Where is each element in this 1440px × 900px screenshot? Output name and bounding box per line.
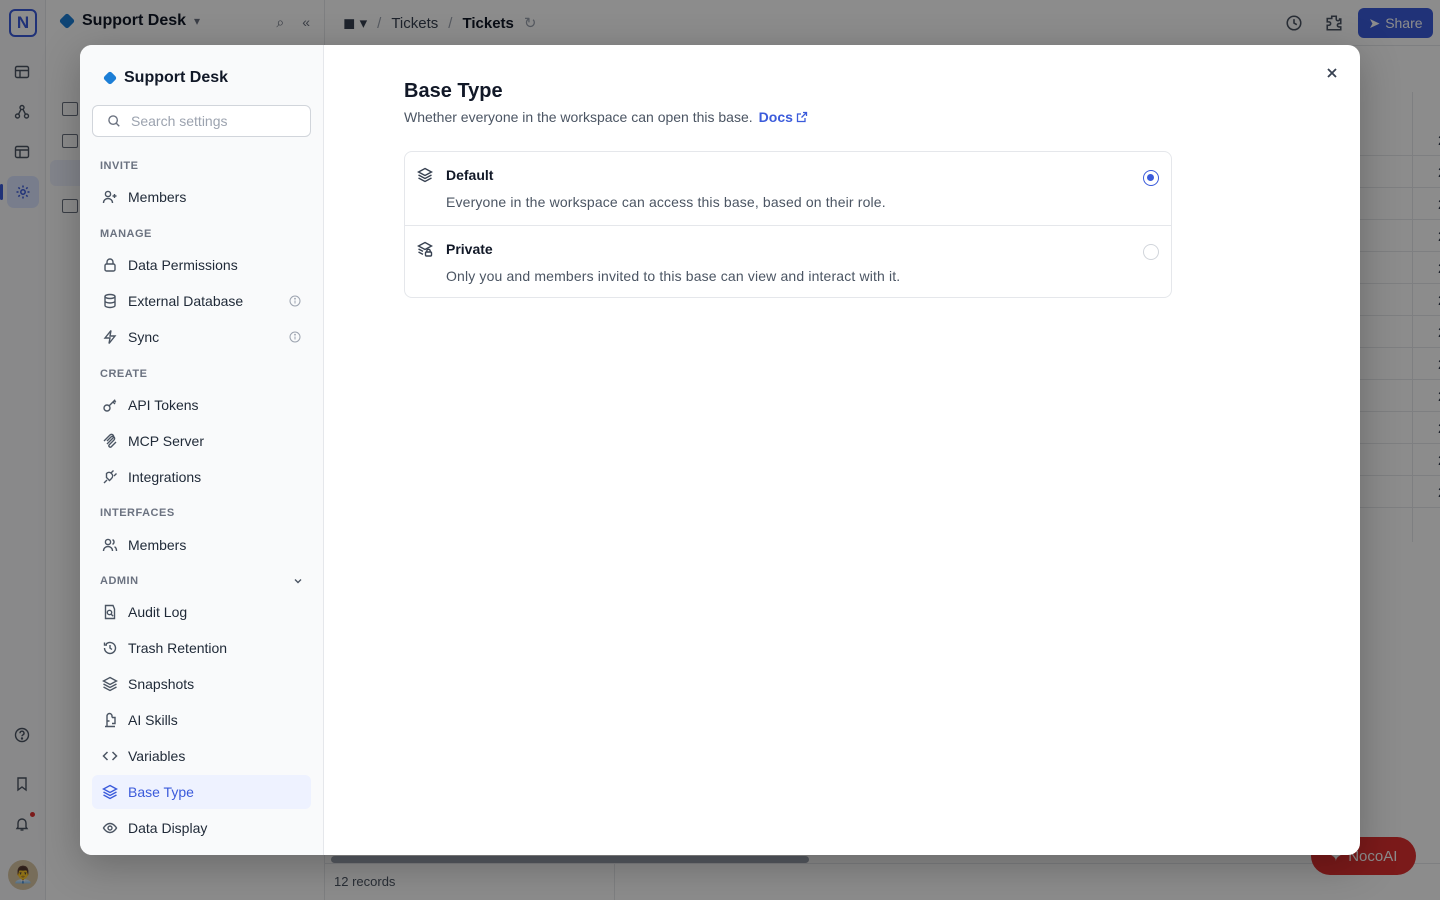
settings-item-label: Sync — [128, 329, 160, 345]
settings-item-label: Base Type — [128, 784, 194, 800]
settings-item-ai-skills[interactable]: AI Skills — [92, 703, 311, 737]
layers-icon — [102, 676, 118, 692]
settings-item-mcp-server[interactable]: MCP Server — [92, 424, 311, 458]
section-manage: MANAGE — [100, 228, 152, 240]
settings-item-base-type[interactable]: Base Type — [92, 775, 311, 809]
search-settings-input[interactable] — [131, 113, 301, 129]
page-title: Base Type — [404, 80, 503, 102]
section-admin: ADMIN — [100, 575, 139, 587]
option-private[interactable]: Private Only you and members invited to … — [405, 225, 1171, 298]
chevron-down-icon[interactable] — [292, 575, 304, 587]
base-layers-icon — [417, 167, 433, 183]
settings-item-label: Data Permissions — [128, 257, 238, 273]
option-title: Private — [446, 241, 493, 257]
info-icon[interactable] — [289, 295, 301, 307]
external-link-icon — [796, 111, 808, 123]
settings-item-label: Snapshots — [128, 676, 195, 692]
settings-item-label: Integrations — [128, 469, 202, 485]
docs-link[interactable]: Docs — [759, 109, 808, 125]
history-icon — [103, 641, 117, 655]
base-layers-icon — [102, 784, 118, 800]
settings-item-label: AI Skills — [128, 712, 178, 728]
settings-item-label: Audit Log — [128, 604, 188, 620]
radio-default[interactable] — [1143, 170, 1159, 186]
section-invite: INVITE — [100, 160, 139, 172]
base-settings-modal: Support Desk INVITE Members MANAGE Data … — [80, 45, 1360, 855]
settings-item-members[interactable]: Members — [92, 180, 311, 214]
settings-item-label: Members — [128, 537, 187, 553]
settings-item-external-database[interactable]: External Database — [92, 284, 311, 318]
settings-item-label: API Tokens — [128, 397, 199, 413]
settings-item-label: MCP Server — [128, 433, 204, 449]
base-name: Support Desk — [124, 69, 229, 86]
users-icon — [102, 538, 118, 552]
database-icon — [104, 293, 116, 309]
settings-item-data-permissions[interactable]: Data Permissions — [92, 248, 311, 282]
settings-content: Base Type Whether everyone in the worksp… — [324, 45, 1360, 855]
lock-icon — [104, 258, 116, 272]
settings-item-integrations[interactable]: Integrations — [92, 460, 311, 494]
close-button[interactable] — [1322, 63, 1342, 83]
ai-skills-icon — [105, 712, 116, 728]
settings-item-label: Data Display — [128, 820, 208, 836]
settings-item-data-display[interactable]: Data Display — [92, 811, 311, 845]
option-description: Everyone in the workspace can access thi… — [446, 194, 886, 210]
settings-item-trash-retention[interactable]: Trash Retention — [92, 631, 311, 665]
settings-item-label: Members — [128, 189, 187, 205]
code-icon — [102, 751, 118, 761]
settings-base-header: Support Desk — [102, 69, 229, 87]
page-subtitle: Whether everyone in the workspace can op… — [404, 109, 808, 125]
private-base-icon — [417, 241, 433, 257]
radio-private[interactable] — [1143, 244, 1159, 260]
option-description: Only you and members invited to this bas… — [446, 268, 901, 284]
settings-sidebar: Support Desk INVITE Members MANAGE Data … — [80, 45, 324, 855]
section-interfaces: INTERFACES — [100, 507, 175, 519]
plug-icon — [103, 470, 117, 484]
info-icon[interactable] — [289, 331, 301, 343]
mcp-icon — [103, 433, 117, 448]
lightning-icon — [103, 330, 117, 344]
eye-icon — [102, 822, 118, 834]
settings-item-interface-members[interactable]: Members — [92, 528, 311, 562]
settings-item-variables[interactable]: Variables — [92, 739, 311, 773]
close-icon — [1327, 68, 1337, 78]
option-title: Default — [446, 167, 494, 183]
settings-item-audit-log[interactable]: Audit Log — [92, 595, 311, 629]
section-admin-header[interactable]: ADMIN — [100, 575, 304, 587]
subtitle-text: Whether everyone in the workspace can op… — [404, 109, 753, 125]
settings-item-label: Trash Retention — [128, 640, 228, 656]
user-plus-icon — [102, 190, 117, 204]
base-type-options: Default Everyone in the workspace can ac… — [404, 151, 1172, 298]
base-cube-icon — [102, 70, 118, 86]
audit-log-icon — [104, 604, 116, 620]
settings-item-label: External Database — [128, 293, 244, 309]
settings-item-sync[interactable]: Sync — [92, 320, 311, 354]
settings-item-label: Variables — [128, 748, 186, 764]
settings-item-api-tokens[interactable]: API Tokens — [92, 388, 311, 422]
option-default[interactable]: Default Everyone in the workspace can ac… — [405, 152, 1171, 225]
docs-label: Docs — [758, 109, 793, 125]
section-create: CREATE — [100, 368, 148, 380]
search-settings[interactable] — [92, 105, 311, 137]
settings-item-snapshots[interactable]: Snapshots — [92, 667, 311, 701]
key-icon — [103, 399, 117, 412]
search-icon — [108, 115, 120, 127]
